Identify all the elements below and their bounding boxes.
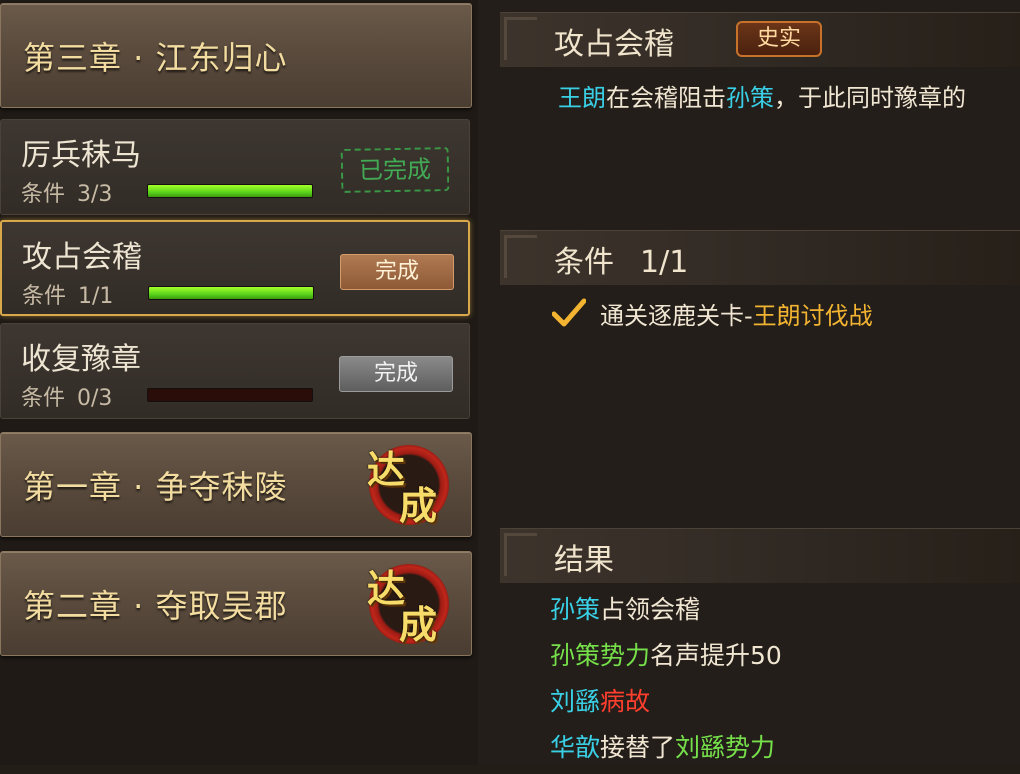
task-item-3[interactable]: 收复豫章 条件 0/3 完成 [0,323,470,419]
conditions-count: 1/1 [640,245,689,280]
chapter-title: 第二章 · 夺取吴郡 [23,586,288,625]
checkmark-icon [552,298,586,327]
result-death: 病故 [600,687,651,716]
results-header: 结果 [500,528,1020,583]
completed-stamp: 已完成 [340,147,450,193]
progress-bar [147,388,313,402]
task-name: 收复豫章 [21,342,141,377]
condition-count: 0/3 [77,386,113,411]
result-item: 孙策势力名声提升50 [550,636,782,682]
result-item: 刘繇病故 [550,682,782,728]
condition-count: 1/1 [78,284,114,309]
ornament-icon [504,235,537,278]
progress-fill [149,287,313,299]
result-faction: 孙策势力 [550,641,651,670]
desc-text: ，于此同时豫章的 [774,84,966,112]
complete-button[interactable]: 完成 [340,254,454,290]
progress-bar [147,184,313,198]
conditions-label: 条件 [554,245,614,280]
task-name: 厉兵秣马 [21,138,141,173]
condition-label: 条件 [22,284,67,309]
result-text: 名声提升50 [650,641,782,670]
chapter-title: 第一章 · 争夺秣陵 [23,467,288,506]
results-list: 孙策占领会稽 孙策势力名声提升50 刘繇病故 华歆接替了刘繇势力 [550,590,782,774]
conditions-header: 条件 1/1 [500,230,1020,285]
seal-char: 成 [399,602,438,647]
conditions-title: 条件 1/1 [554,237,688,281]
condition-count: 3/3 [77,182,113,207]
task-item-1[interactable]: 厉兵秣马 条件 3/3 已完成 [0,119,470,215]
result-name: 孙策 [550,595,601,624]
chapter-title: 第三章 · 江东归心 [23,38,288,77]
ornament-icon [504,17,537,60]
chapter-2-header[interactable]: 第二章 · 夺取吴郡 达 成 [0,551,472,656]
desc-text: 在会稽阻击 [606,84,726,112]
result-text: 占领会稽 [600,595,701,624]
result-faction: 刘繇势力 [675,733,776,762]
result-item: 孙策占领会稽 [550,590,782,636]
detail-header: 攻占会稽 史实 [500,12,1020,67]
condition-label: 条件 [21,182,66,207]
task-description: 王朗在会稽阻击孙策，于此同时豫章的 [558,78,966,113]
seal-char: 成 [399,483,438,528]
results-title: 结果 [554,543,614,578]
result-name: 华歆 [550,733,601,762]
progress-bar [148,286,314,300]
chapter-1-header[interactable]: 第一章 · 争夺秣陵 达 成 [0,432,472,537]
progress-fill [148,185,312,197]
condition-text: 通关逐鹿关卡- [600,302,753,330]
achieved-seal-icon: 达 成 [367,444,449,528]
detail-title: 攻占会稽 [554,27,674,62]
result-text: 接替了 [600,733,676,762]
result-item: 华歆接替了刘繇势力 [550,728,782,774]
ornament-icon [504,533,537,576]
achieved-seal-icon: 达 成 [367,563,449,647]
condition-label: 条件 [21,386,66,411]
task-condition: 条件 0/3 [21,380,112,412]
task-condition: 条件 1/1 [22,278,113,310]
result-name: 刘繇 [550,687,601,716]
complete-button-disabled[interactable]: 完成 [339,356,453,392]
desc-name: 孙策 [726,84,774,112]
task-detail-panel: 攻占会稽 史实 王朗在会稽阻击孙策，于此同时豫章的 条件 1/1 通关逐鹿关卡-王… [478,0,1020,765]
desc-name: 王朗 [558,84,606,112]
history-badge: 史实 [736,21,822,57]
condition-item: 通关逐鹿关卡-王朗讨伐战 [552,296,873,331]
condition-stage-link[interactable]: 王朗讨伐战 [753,302,873,330]
task-name: 攻占会稽 [22,240,142,275]
task-item-2[interactable]: 攻占会稽 条件 1/1 完成 [0,220,470,316]
chapter-3-header[interactable]: 第三章 · 江东归心 [0,3,472,108]
chapter-list: 第三章 · 江东归心 厉兵秣马 条件 3/3 已完成 攻占会稽 条件 1/1 完成 … [0,0,478,765]
task-condition: 条件 3/3 [21,176,112,208]
